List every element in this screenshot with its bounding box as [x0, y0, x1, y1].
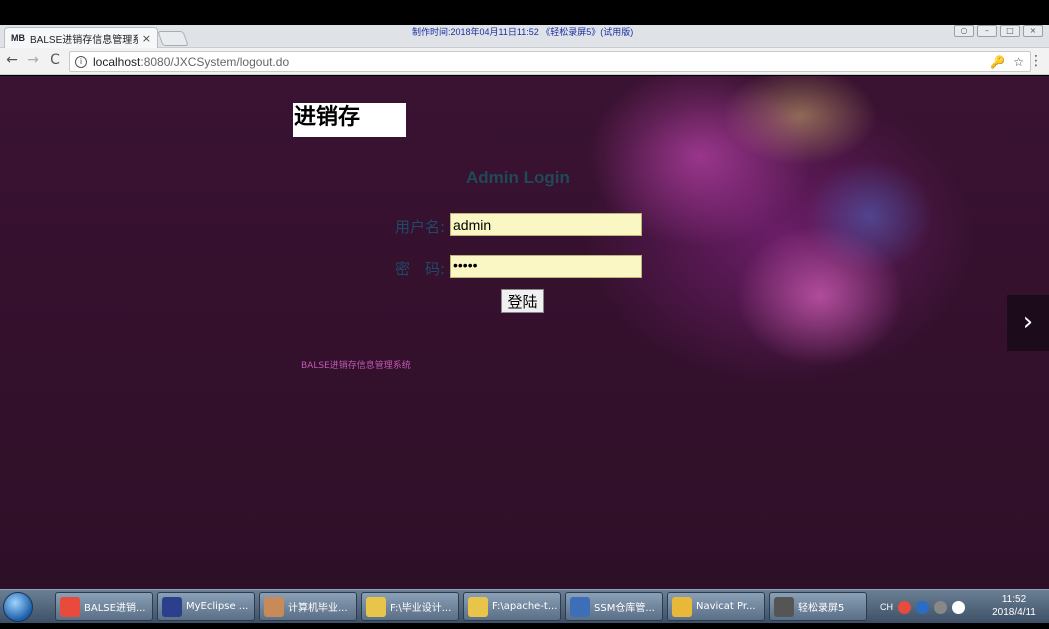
- address-actions: 🔑 ☆: [990, 55, 1030, 69]
- taskbar-item[interactable]: Navicat Pr...: [667, 592, 765, 621]
- username-input[interactable]: [450, 213, 642, 236]
- footer-system-name: BALSE进销存信息管理系统: [301, 361, 411, 371]
- help-icon[interactable]: [916, 600, 929, 614]
- username-label: 用户名:: [395, 218, 446, 236]
- logo: 进销存: [293, 103, 406, 137]
- system-tray: CH: [880, 592, 965, 622]
- bottom-black-bar: [0, 623, 1049, 629]
- screen: MB BALSE进销存信息管理系 × 制作时间:2018年04月11日11:52…: [0, 0, 1049, 629]
- bookmark-star-icon[interactable]: ☆: [1013, 55, 1024, 69]
- url-path: :8080/JXCSystem/logout.do: [140, 54, 290, 69]
- clock[interactable]: 11:52 2018/4/11: [985, 593, 1043, 619]
- top-black-bar: [0, 0, 1049, 25]
- sogou-icon[interactable]: [898, 600, 911, 614]
- taskbar-item[interactable]: 计算机毕业...: [259, 592, 357, 621]
- taskbar-item[interactable]: BALSE进销...: [55, 592, 153, 621]
- taskbar-item[interactable]: MyEclipse ...: [157, 592, 255, 621]
- page-content: 进销存 Admin Login 用户名: 密 码: ••••• 登陆 BALSE…: [0, 76, 1049, 589]
- key-icon[interactable]: 🔑: [990, 55, 1005, 69]
- login-button[interactable]: 登陆: [501, 289, 544, 313]
- qq-icon[interactable]: [952, 600, 965, 614]
- taskbar-item-label: 计算机毕业...: [288, 603, 348, 614]
- back-icon[interactable]: ←: [3, 52, 21, 68]
- taskbar-item-label: MyEclipse ...: [186, 601, 249, 612]
- clock-time: 11:52: [1001, 594, 1027, 605]
- folder-icon: [468, 596, 488, 617]
- navicat-icon: [672, 596, 692, 617]
- user-icon[interactable]: ○: [954, 25, 974, 37]
- window-controls: ○ – □ ×: [954, 25, 1043, 37]
- minimize-button[interactable]: –: [977, 25, 997, 37]
- folder-icon: [366, 596, 386, 617]
- tab-title: BALSE进销存信息管理系: [30, 34, 138, 46]
- taskbar-item-label: BALSE进销...: [84, 603, 146, 614]
- document-icon: [570, 596, 590, 617]
- site-info-icon[interactable]: i: [75, 55, 87, 68]
- password-label: 密 码:: [395, 260, 446, 278]
- myeclipse-icon: [162, 596, 182, 617]
- tab-close-icon[interactable]: ×: [142, 32, 151, 45]
- clock-date: 2018/4/11: [992, 607, 1036, 618]
- password-input[interactable]: •••••: [450, 255, 642, 278]
- forward-icon[interactable]: →: [24, 52, 42, 68]
- new-tab-button[interactable]: [157, 31, 189, 46]
- taskbar-item[interactable]: SSM仓库管...: [565, 592, 663, 621]
- menu-icon[interactable]: ⋮: [1029, 53, 1043, 69]
- taskbar-item-label: F:\apache-t...: [492, 601, 558, 612]
- chrome-icon: [60, 596, 80, 617]
- start-button[interactable]: [3, 592, 33, 622]
- reload-icon[interactable]: C: [46, 52, 64, 68]
- tray-expand-icon[interactable]: [934, 600, 947, 614]
- recording-watermark: 制作时间:2018年04月11日11:52 《轻松录屏5》(试用版): [412, 27, 634, 37]
- language-indicator[interactable]: CH: [880, 602, 893, 612]
- taskbar-item[interactable]: 轻松录屏5: [769, 592, 867, 621]
- tab-favicon-icon: MB: [11, 33, 25, 43]
- taskbar-item-label: SSM仓库管...: [594, 603, 655, 614]
- url-host: localhost: [93, 54, 141, 69]
- taskbar-item-label: 轻松录屏5: [798, 603, 845, 614]
- taskbar-item[interactable]: F:\毕业设计...: [361, 592, 459, 621]
- browser-tab[interactable]: MB BALSE进销存信息管理系 ×: [4, 27, 158, 48]
- taskbar: BALSE进销... MyEclipse ... 计算机毕业... F:\毕业设计..…: [0, 589, 1049, 623]
- taskbar-items: BALSE进销... MyEclipse ... 计算机毕业... F:\毕业设计..…: [55, 592, 867, 621]
- address-row: ← → C i localhost :8080/JXCSystem/logout…: [0, 48, 1049, 75]
- recorder-icon: [774, 596, 794, 617]
- address-bar[interactable]: i localhost :8080/JXCSystem/logout.do 🔑 …: [69, 51, 1031, 72]
- taskbar-item-label: F:\毕业设计...: [390, 603, 452, 614]
- taskbar-item-label: Navicat Pr...: [696, 601, 756, 612]
- users-icon: [264, 596, 284, 617]
- restore-button[interactable]: □: [1000, 25, 1020, 37]
- close-window-button[interactable]: ×: [1023, 25, 1043, 37]
- next-arrow-button[interactable]: ›: [1007, 295, 1049, 351]
- taskbar-item[interactable]: F:\apache-t...: [463, 592, 561, 621]
- login-title: Admin Login: [466, 168, 570, 187]
